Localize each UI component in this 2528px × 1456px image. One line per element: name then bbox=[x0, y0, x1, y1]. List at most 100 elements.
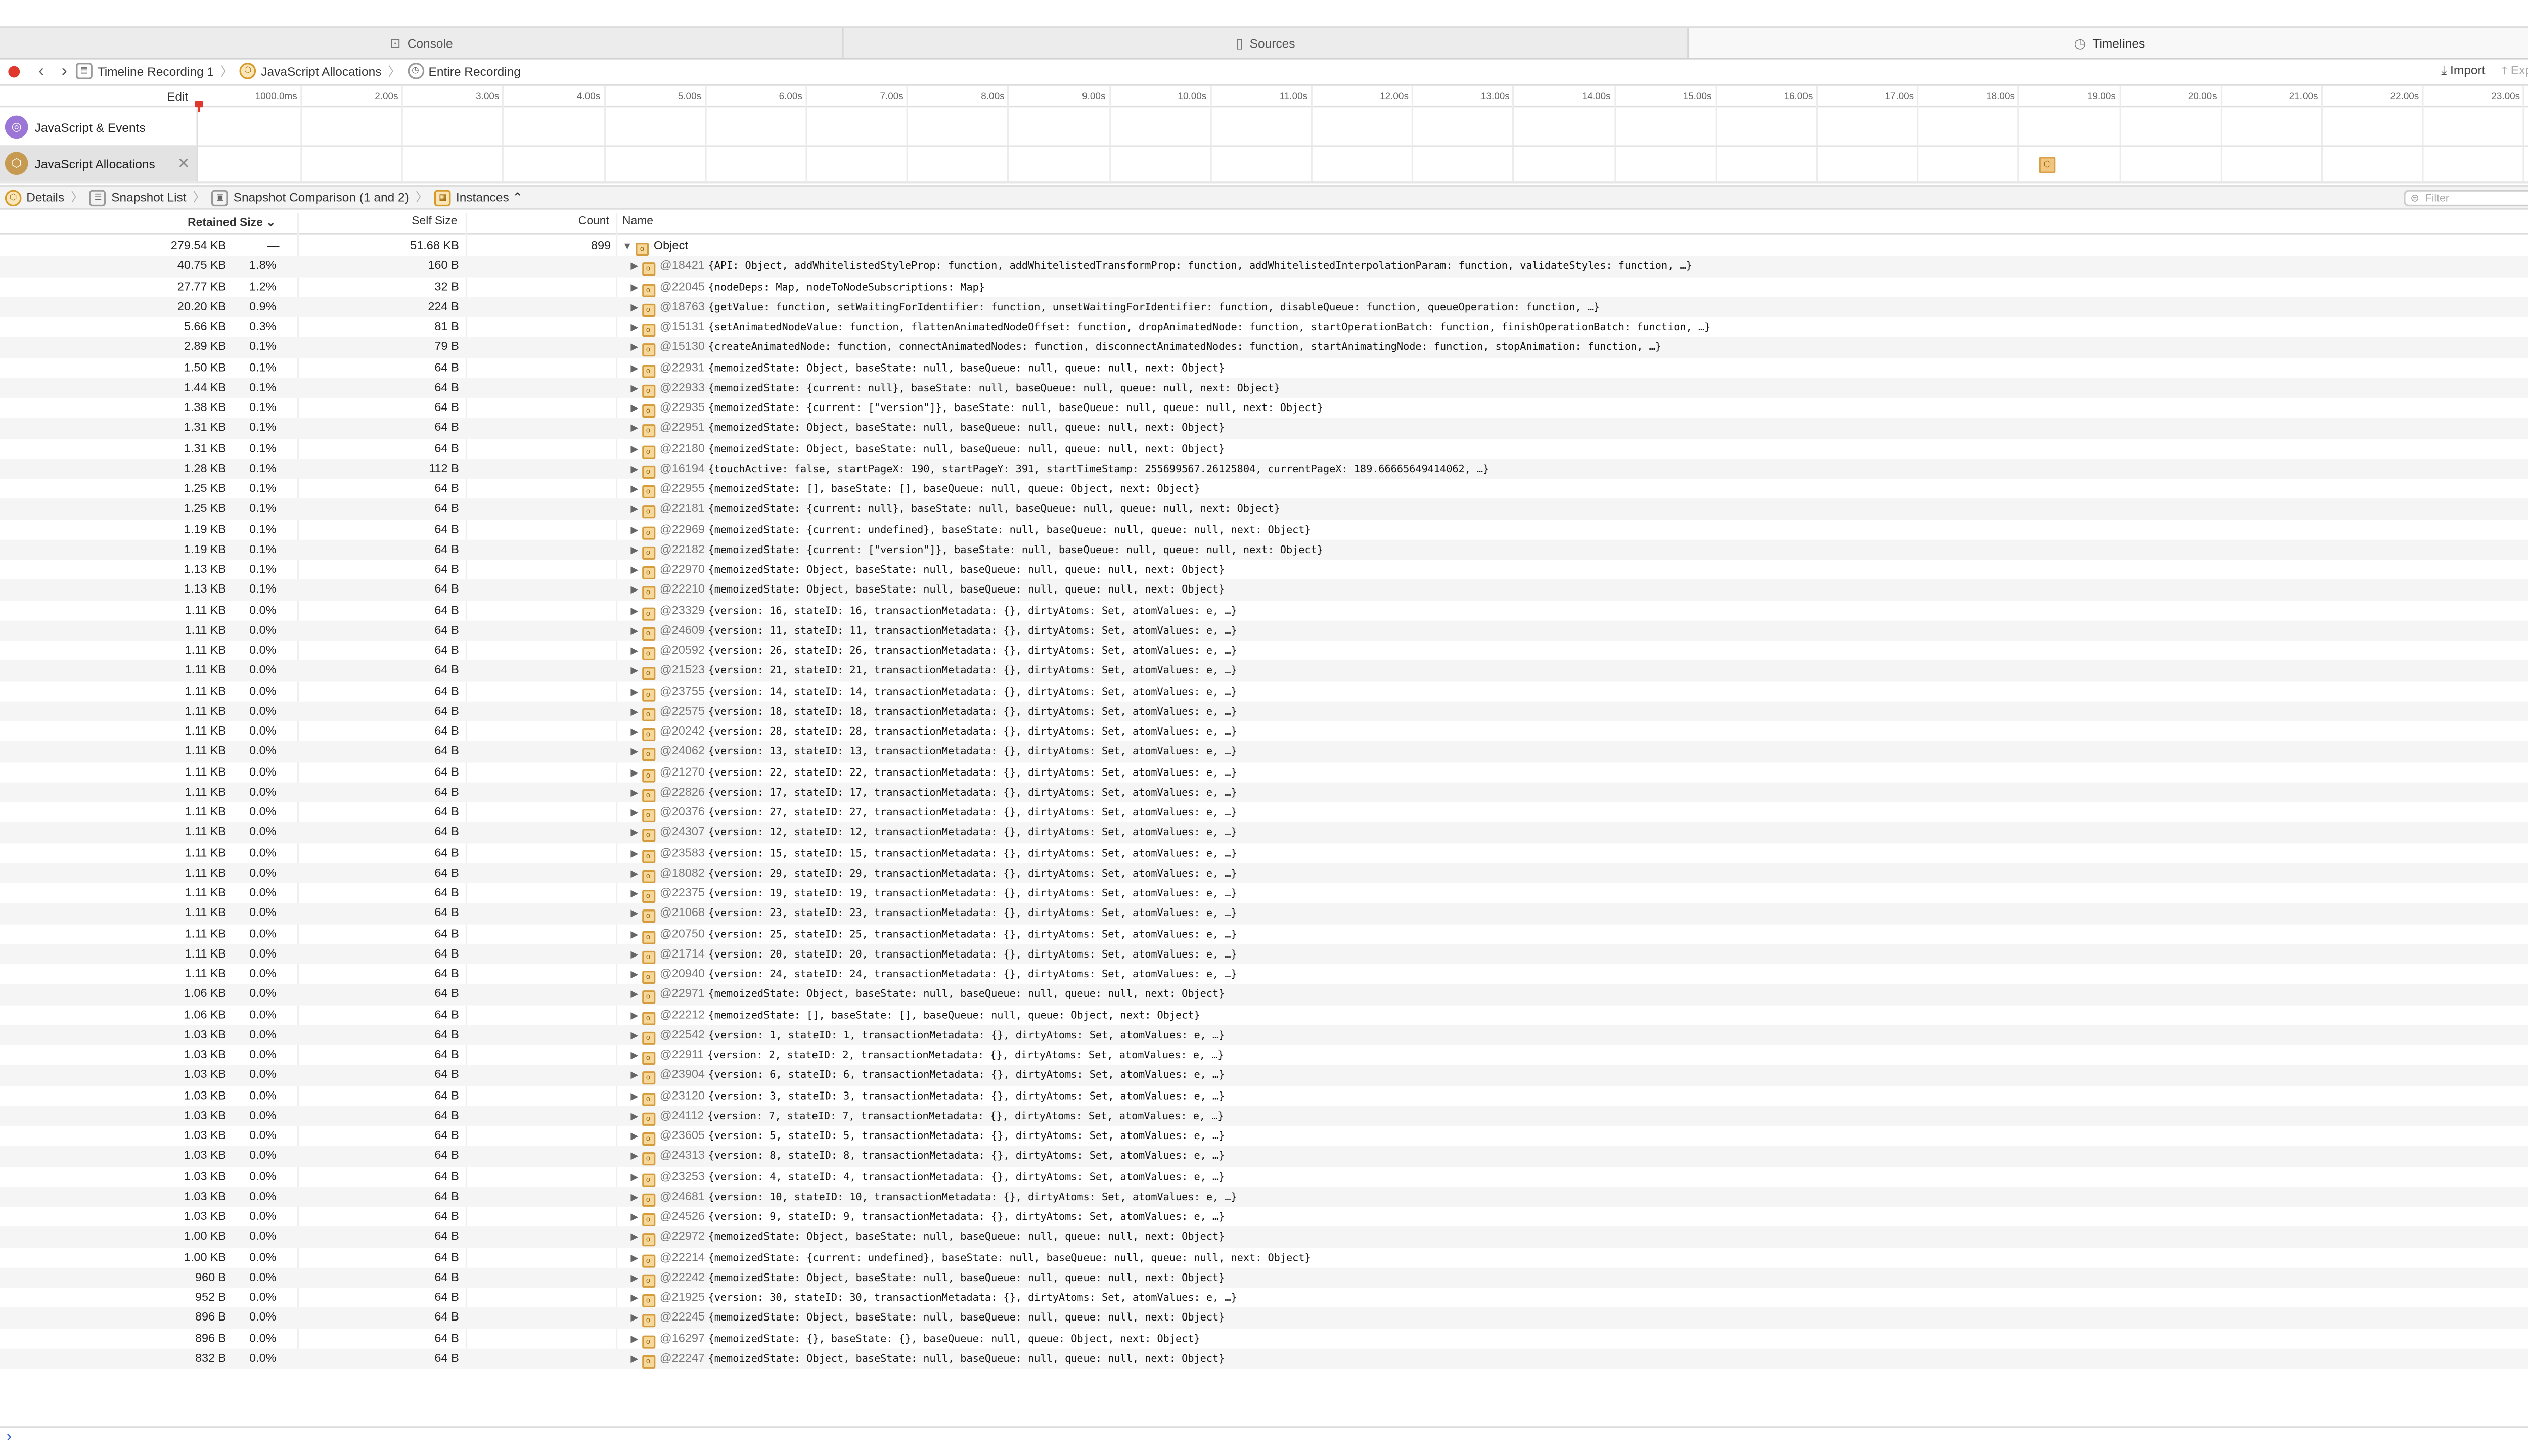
table-row[interactable]: 1.50 KB 0.1% 64 B ▶ o @22931 {memoizedState: O… bbox=[0, 357, 2528, 378]
disclosure-triangle-icon[interactable]: ▶ bbox=[630, 1274, 638, 1284]
table-row[interactable]: 40.75 KB 1.8% 160 B ▶ o @18421 {API: Object, a… bbox=[0, 256, 2528, 277]
disclosure-triangle-icon[interactable]: ▶ bbox=[630, 789, 638, 799]
breadcrumb-recording[interactable]: ▤ Timeline Recording 1 bbox=[76, 63, 214, 79]
column-header-count[interactable]: Count bbox=[479, 216, 609, 228]
disclosure-triangle-expanded-icon[interactable]: ▼ bbox=[622, 243, 632, 253]
disclosure-triangle-icon[interactable]: ▶ bbox=[630, 748, 638, 758]
disclosure-triangle-icon[interactable]: ▶ bbox=[630, 1153, 638, 1163]
disclosure-triangle-icon[interactable]: ▶ bbox=[630, 1314, 638, 1325]
table-row[interactable]: 1.11 KB 0.0% 64 B ▶ o @21270 {version: 22, sta… bbox=[0, 762, 2528, 782]
table-row[interactable]: 1.11 KB 0.0% 64 B ▶ o @23329 {version: 16, sta… bbox=[0, 600, 2528, 620]
tab-sources[interactable]: ▯ Sources bbox=[844, 28, 1689, 58]
table-row[interactable]: 896 B 0.0% 64 B ▶ o @16297 {memoizedState: {},… bbox=[0, 1328, 2528, 1348]
table-row[interactable]: 952 B 0.0% 64 B ▶ o @21925 {version: 30, state… bbox=[0, 1288, 2528, 1308]
table-row[interactable]: 1.11 KB 0.0% 64 B ▶ o @21523 {version: 21, sta… bbox=[0, 660, 2528, 681]
table-row[interactable]: 1.11 KB 0.0% 64 B ▶ o @23755 {version: 14, sta… bbox=[0, 681, 2528, 701]
disclosure-triangle-icon[interactable]: ▶ bbox=[630, 465, 638, 475]
close-icon[interactable]: ✕ bbox=[177, 154, 190, 172]
table-row[interactable]: 1.11 KB 0.0% 64 B ▶ o @22375 {version: 19, sta… bbox=[0, 883, 2528, 903]
import-button[interactable]: ⤓ Import bbox=[2441, 63, 2485, 79]
table-row[interactable]: 1.03 KB 0.0% 64 B ▶ o @23904 {version: 6, stat… bbox=[0, 1065, 2528, 1085]
disclosure-triangle-icon[interactable]: ▶ bbox=[630, 1052, 638, 1062]
disclosure-triangle-icon[interactable]: ▶ bbox=[630, 506, 638, 516]
disclosure-triangle-icon[interactable]: ▶ bbox=[630, 688, 638, 698]
table-row[interactable]: 1.11 KB 0.0% 64 B ▶ o @20242 {version: 28, sta… bbox=[0, 721, 2528, 742]
breadcrumb-allocations[interactable]: ⬡ JavaScript Allocations bbox=[239, 63, 381, 79]
table-row[interactable]: 1.11 KB 0.0% 64 B ▶ o @24062 {version: 13, sta… bbox=[0, 741, 2528, 762]
timeline-row-javascript-events[interactable]: ◎ JavaScript & Events bbox=[0, 109, 2528, 147]
filter-input[interactable]: ⊜ Filter bbox=[2404, 190, 2528, 207]
disclosure-triangle-icon[interactable]: ▶ bbox=[630, 1213, 638, 1223]
disclosure-triangle-icon[interactable]: ▶ bbox=[630, 485, 638, 495]
disclosure-triangle-icon[interactable]: ▶ bbox=[630, 607, 638, 617]
tab-console[interactable]: ⊡ Console bbox=[0, 28, 844, 58]
table-row[interactable]: 1.11 KB 0.0% 64 B ▶ o @20940 {version: 24, sta… bbox=[0, 964, 2528, 984]
table-row[interactable]: 2.89 KB 0.1% 79 B ▶ o @15130 {createAnimatedNo… bbox=[0, 337, 2528, 357]
table-row[interactable]: 1.03 KB 0.0% 64 B ▶ o @24313 {version: 8, stat… bbox=[0, 1146, 2528, 1166]
table-row[interactable]: 1.03 KB 0.0% 64 B ▶ o @23120 {version: 3, stat… bbox=[0, 1085, 2528, 1106]
disclosure-triangle-icon[interactable]: ▶ bbox=[630, 546, 638, 556]
forward-arrow-icon[interactable]: › bbox=[53, 62, 76, 80]
table-row[interactable]: 1.11 KB 0.0% 64 B ▶ o @20750 {version: 25, sta… bbox=[0, 924, 2528, 944]
table-row[interactable]: 1.03 KB 0.0% 64 B ▶ o @22542 {version: 1, stat… bbox=[0, 1024, 2528, 1045]
disclosure-triangle-icon[interactable]: ▶ bbox=[630, 910, 638, 920]
table-row[interactable]: 1.31 KB 0.1% 64 B ▶ o @22180 {memoizedState: O… bbox=[0, 438, 2528, 459]
disclosure-triangle-icon[interactable]: ▶ bbox=[630, 425, 638, 435]
disclosure-triangle-icon[interactable]: ▶ bbox=[630, 324, 638, 334]
disclosure-triangle-icon[interactable]: ▶ bbox=[630, 930, 638, 940]
disclosure-triangle-icon[interactable]: ▶ bbox=[630, 708, 638, 718]
column-header-name[interactable]: Name bbox=[622, 216, 653, 228]
breadcrumb-snapshot-comparison[interactable]: ▣ Snapshot Comparison (1 and 2) bbox=[212, 189, 409, 206]
table-row[interactable]: 1.25 KB 0.1% 64 B ▶ o @22955 {memoizedState: [… bbox=[0, 479, 2528, 499]
table-row[interactable]: 1.19 KB 0.1% 64 B ▶ o @22182 {memoizedState: {… bbox=[0, 539, 2528, 560]
console-prompt[interactable]: › bbox=[0, 1426, 2528, 1452]
table-row[interactable]: 1.11 KB 0.0% 64 B ▶ o @22826 {version: 17, sta… bbox=[0, 782, 2528, 802]
table-row[interactable]: 1.03 KB 0.0% 64 B ▶ o @22911 {version: 2, stat… bbox=[0, 1045, 2528, 1065]
snapshot-marker[interactable]: ⬡ bbox=[2039, 157, 2056, 173]
table-row[interactable]: 1.28 KB 0.1% 112 B ▶ o @16194 {touchActive: fa… bbox=[0, 458, 2528, 479]
breadcrumb-range[interactable]: ◷ Entire Recording bbox=[407, 63, 521, 79]
disclosure-triangle-icon[interactable]: ▶ bbox=[630, 1112, 638, 1122]
table-row[interactable]: 1.11 KB 0.0% 64 B ▶ o @20592 {version: 26, sta… bbox=[0, 641, 2528, 661]
table-row[interactable]: 1.19 KB 0.1% 64 B ▶ o @22969 {memoizedState: {… bbox=[0, 519, 2528, 539]
table-row[interactable]: 1.11 KB 0.0% 64 B ▶ o @24307 {version: 12, sta… bbox=[0, 822, 2528, 843]
table-row[interactable]: 1.11 KB 0.0% 64 B ▶ o @22575 {version: 18, sta… bbox=[0, 701, 2528, 721]
table-row[interactable]: 1.11 KB 0.0% 64 B ▶ o @21714 {version: 20, sta… bbox=[0, 943, 2528, 964]
table-row[interactable]: 1.11 KB 0.0% 64 B ▶ o @23583 {version: 15, sta… bbox=[0, 843, 2528, 863]
table-row[interactable]: 1.25 KB 0.1% 64 B ▶ o @22181 {memoizedState: {… bbox=[0, 498, 2528, 519]
disclosure-triangle-icon[interactable]: ▶ bbox=[630, 1294, 638, 1304]
disclosure-triangle-icon[interactable]: ▶ bbox=[630, 1092, 638, 1102]
table-row[interactable]: 5.66 KB 0.3% 81 B ▶ o @15131 {setAnimatedNodeV… bbox=[0, 317, 2528, 337]
disclosure-triangle-icon[interactable]: ▶ bbox=[630, 890, 638, 900]
timeline-ruler[interactable]: Edit 1000.0ms 2.00s 3.00s 4.00s 5.00s 6.00s 7.… bbox=[0, 86, 2528, 108]
table-row[interactable]: 1.03 KB 0.0% 64 B ▶ o @24681 {version: 10, sta… bbox=[0, 1186, 2528, 1207]
timeline-row-label[interactable]: ◎ JavaScript & Events bbox=[0, 109, 198, 146]
disclosure-triangle-icon[interactable]: ▶ bbox=[630, 950, 638, 961]
edit-button[interactable]: Edit bbox=[0, 89, 188, 104]
table-row[interactable]: 20.20 KB 0.9% 224 B ▶ o @18763 {getValue: func… bbox=[0, 296, 2528, 317]
disclosure-triangle-icon[interactable]: ▶ bbox=[630, 1011, 638, 1021]
table-row[interactable]: 960 B 0.0% 64 B ▶ o @22242 {memoizedState: Obj… bbox=[0, 1267, 2528, 1288]
table-row[interactable]: 1.03 KB 0.0% 64 B ▶ o @24112 {version: 7, stat… bbox=[0, 1105, 2528, 1126]
breadcrumb-snapshot-list[interactable]: ☰ Snapshot List bbox=[89, 189, 187, 206]
disclosure-triangle-icon[interactable]: ▶ bbox=[630, 384, 638, 394]
table-row[interactable]: 832 B 0.0% 64 B ▶ o @22247 {memoizedState: Obj… bbox=[0, 1348, 2528, 1369]
table-row[interactable]: 1.03 KB 0.0% 64 B ▶ o @23253 {version: 4, stat… bbox=[0, 1166, 2528, 1187]
timeline-row-label[interactable]: ⬡ JavaScript Allocations ✕ bbox=[0, 145, 198, 182]
breadcrumb-details[interactable]: ⬡ Details bbox=[5, 189, 64, 206]
disclosure-triangle-icon[interactable]: ▶ bbox=[630, 768, 638, 779]
table-row[interactable]: 1.13 KB 0.1% 64 B ▶ o @22970 {memoizedState: O… bbox=[0, 560, 2528, 580]
column-header-retained-size[interactable]: Retained Size ⌄ bbox=[0, 216, 276, 230]
table-row[interactable]: 1.00 KB 0.0% 64 B ▶ o @22972 {memoizedState: O… bbox=[0, 1226, 2528, 1247]
table-row[interactable]: 1.11 KB 0.0% 64 B ▶ o @24609 {version: 11, sta… bbox=[0, 620, 2528, 641]
disclosure-triangle-icon[interactable]: ▶ bbox=[630, 809, 638, 819]
table-row[interactable]: 1.38 KB 0.1% 64 B ▶ o @22935 {memoizedState: {… bbox=[0, 398, 2528, 418]
disclosure-triangle-icon[interactable]: ▶ bbox=[630, 1193, 638, 1203]
table-row[interactable]: 1.13 KB 0.1% 64 B ▶ o @22210 {memoizedState: O… bbox=[0, 579, 2528, 600]
disclosure-triangle-icon[interactable]: ▶ bbox=[630, 1173, 638, 1183]
disclosure-triangle-icon[interactable]: ▶ bbox=[630, 627, 638, 637]
timeline-row-javascript-allocations[interactable]: ⬡ JavaScript Allocations ✕ ⬡ bbox=[0, 145, 2528, 184]
disclosure-triangle-icon[interactable]: ▶ bbox=[630, 303, 638, 313]
disclosure-triangle-icon[interactable]: ▶ bbox=[630, 283, 638, 293]
disclosure-triangle-icon[interactable]: ▶ bbox=[630, 1254, 638, 1264]
